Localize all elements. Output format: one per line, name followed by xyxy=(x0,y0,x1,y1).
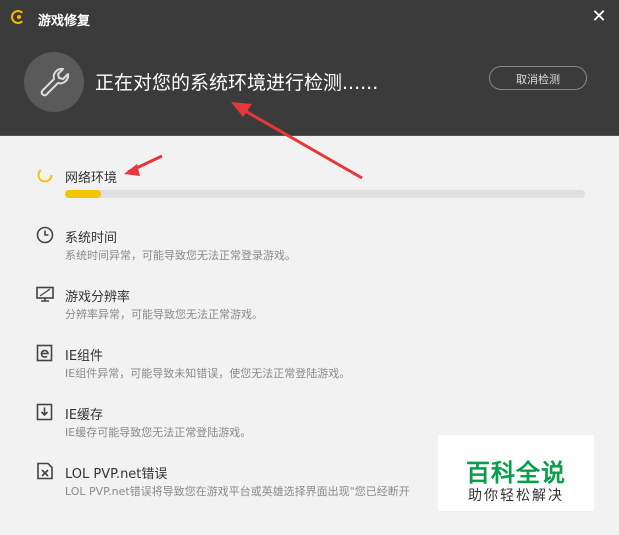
check-name: 网络环境 xyxy=(65,171,118,186)
spinner-icon xyxy=(36,166,54,184)
wrench-icon xyxy=(24,52,84,112)
close-button[interactable]: ✕ xyxy=(587,5,611,29)
check-name: 游戏分辨率 xyxy=(65,290,131,305)
check-item-system-time: 系统时间 系统时间异常，可能导致您无法正常登录游戏。 xyxy=(36,226,596,266)
watermark-title: 百科全说 xyxy=(466,459,566,487)
cancel-scan-button[interactable]: 取消检测 xyxy=(489,66,587,90)
ie-icon xyxy=(36,344,54,362)
progress-fill xyxy=(65,190,102,198)
scan-status-message: 正在对您的系统环境进行检测...... xyxy=(95,72,379,94)
download-box-icon xyxy=(36,403,54,421)
check-item-ie-component: IE组件 IE组件异常，可能导致未知错误，使您无法正常登陆游戏。 xyxy=(36,344,596,384)
error-file-icon xyxy=(36,462,54,480)
check-desc: 分辨率异常，可能导致您无法正常游戏。 xyxy=(65,308,263,321)
network-progress-bar xyxy=(65,190,585,198)
scan-header: 正在对您的系统环境进行检测...... 取消检测 xyxy=(0,36,619,136)
check-desc: LOL PVP.net错误将导致您在游戏平台或英雄选择界面出现"您已经断开 xyxy=(65,485,410,498)
check-name: IE组件 xyxy=(65,349,104,364)
watermark-subtitle: 助你轻松解决 xyxy=(468,488,564,504)
check-name: 系统时间 xyxy=(65,231,118,246)
check-desc: 系统时间异常，可能导致您无法正常登录游戏。 xyxy=(65,249,296,262)
clock-icon xyxy=(36,226,54,244)
app-logo-icon xyxy=(11,10,25,24)
window-title: 游戏修复 xyxy=(38,14,91,29)
check-item-network: 网络环境 xyxy=(36,166,596,206)
check-desc: IE组件异常，可能导致未知错误，使您无法正常登陆游戏。 xyxy=(65,367,351,380)
title-bar: 游戏修复 ✕ xyxy=(0,0,619,36)
monitor-icon xyxy=(36,285,54,303)
game-repair-window: 游戏修复 ✕ 正在对您的系统环境进行检测...... 取消检测 网络环境 系统时… xyxy=(0,0,619,535)
watermark: 百科全说 助你轻松解决 xyxy=(438,435,594,511)
check-name: IE缓存 xyxy=(65,408,104,423)
check-name: LOL PVP.net错误 xyxy=(65,467,168,482)
check-desc: IE缓存可能导致您无法正常登陆游戏。 xyxy=(65,426,252,439)
check-item-resolution: 游戏分辨率 分辨率异常，可能导致您无法正常游戏。 xyxy=(36,285,596,325)
